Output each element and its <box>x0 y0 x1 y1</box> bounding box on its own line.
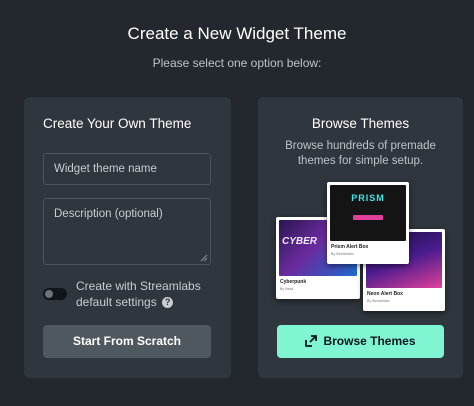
thumbnail-author: By Nexa <box>280 287 294 291</box>
browse-themes-card: Browse Themes Browse hundreds of premade… <box>258 97 463 378</box>
thumbnail-title: Prism Alert Box <box>331 244 369 250</box>
default-settings-label: Create with Streamlabs default settings … <box>76 278 226 310</box>
browse-themes-heading: Browse Themes <box>311 116 410 131</box>
default-settings-toggle[interactable] <box>43 288 67 300</box>
toggle-knob <box>45 290 53 298</box>
browse-themes-description: Browse hundreds of premade themes for si… <box>285 140 436 167</box>
create-own-theme-heading: Create Your Own Theme <box>43 116 192 131</box>
page-subtitle: Please select one option below: <box>152 56 322 70</box>
default-settings-text: Create with Streamlabs default settings <box>76 279 201 309</box>
resize-handle-icon[interactable] <box>200 254 208 262</box>
external-link-icon <box>305 334 318 347</box>
description-placeholder: Description (optional) <box>54 208 163 220</box>
theme-thumbnail-prism: PRISM Prism Alert Box By Streamlabs <box>327 182 409 264</box>
thumbnail-author: By Streamlabs <box>331 252 354 256</box>
question-circle-icon[interactable]: ? <box>162 297 174 309</box>
theme-name-input[interactable]: Widget theme name <box>43 153 211 185</box>
theme-name-placeholder: Widget theme name <box>54 163 157 175</box>
thumbnail-title: Cyberpunk <box>280 279 307 285</box>
browse-themes-label: Browse Themes <box>323 334 416 348</box>
page-title: Create a New Widget Theme <box>127 24 347 43</box>
thumbnail-author: By Streamlabs <box>367 299 390 303</box>
start-from-scratch-button[interactable]: Start From Scratch <box>43 325 211 358</box>
browse-themes-button[interactable]: Browse Themes <box>277 325 444 358</box>
thumbnail-title: Neon Alert Box <box>367 291 403 297</box>
cyberpunk-art-text: CYBER <box>282 236 318 247</box>
start-from-scratch-label: Start From Scratch <box>72 334 182 348</box>
prism-preview-image: PRISM <box>330 185 406 241</box>
prism-art-text: PRISM <box>351 193 385 203</box>
prism-art-bar <box>352 215 384 220</box>
description-textarea[interactable]: Description (optional) <box>43 198 211 265</box>
create-own-theme-card: Create Your Own Theme Widget theme name … <box>24 97 231 378</box>
